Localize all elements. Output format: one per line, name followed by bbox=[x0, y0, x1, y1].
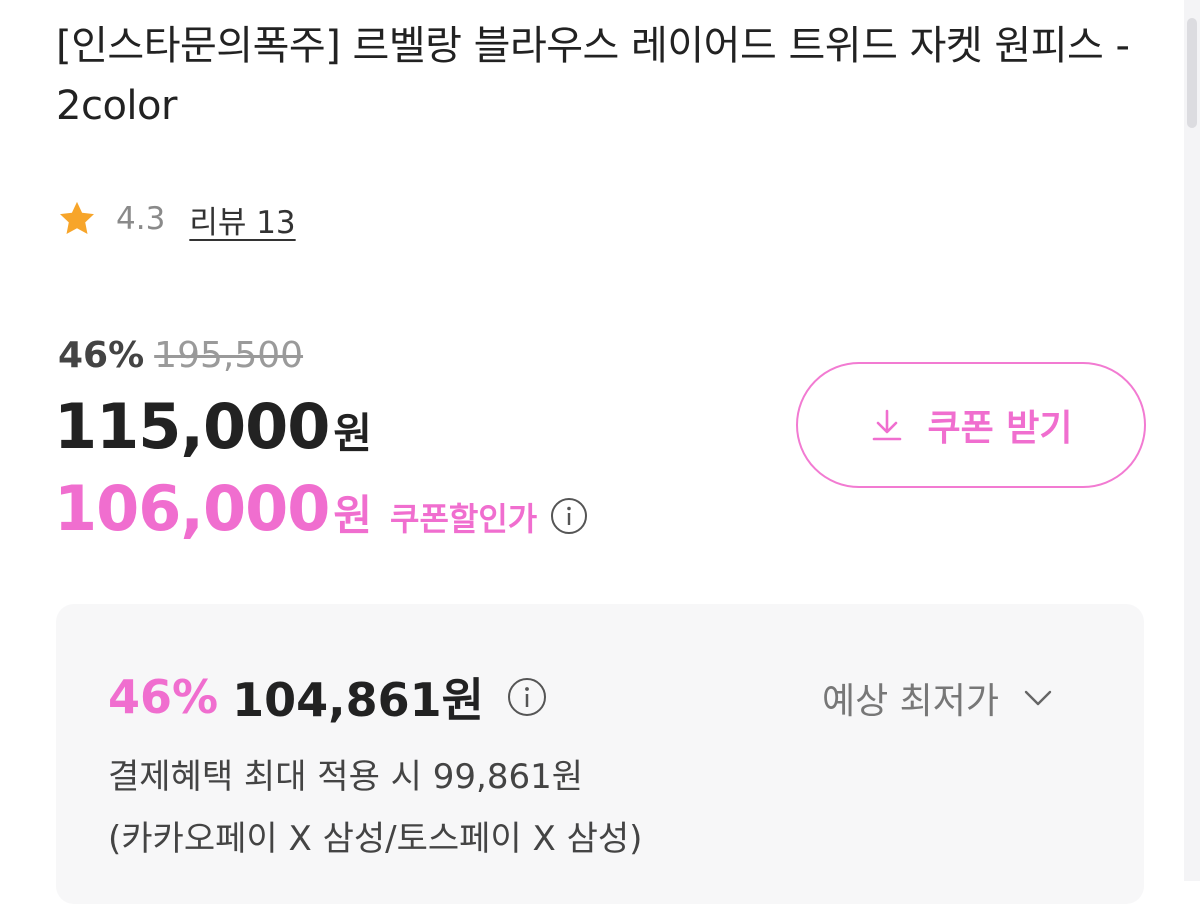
rating-value: 4.3 bbox=[116, 201, 166, 237]
star-icon bbox=[60, 201, 94, 235]
coupon-price: 106,000 bbox=[54, 472, 330, 545]
get-coupon-label: 쿠폰 받기 bbox=[927, 408, 1073, 449]
benefit-discount-rate: 46% bbox=[108, 670, 219, 724]
review-count-link[interactable]: 리뷰 13 bbox=[189, 197, 295, 242]
sale-price-unit: 원 bbox=[333, 409, 373, 458]
discount-row: 46% 195,500 bbox=[58, 330, 303, 380]
download-icon bbox=[873, 409, 902, 441]
discount-rate: 46% bbox=[58, 334, 145, 376]
benefit-price-row: 46% 104,861원 bbox=[108, 666, 548, 728]
lowest-price-toggle[interactable]: 예상 최저가 bbox=[822, 670, 1055, 726]
product-title: [인스타문의폭주] 르벨랑 블라우스 레이어드 트위드 자켓 원피스 - 2co… bbox=[56, 23, 1130, 129]
original-price: 195,500 bbox=[154, 334, 304, 376]
get-coupon-button[interactable]: 쿠폰 받기 bbox=[796, 362, 1146, 488]
benefit-price: 104,861원 bbox=[232, 673, 484, 727]
coupon-price-label: 쿠폰할인가 bbox=[390, 500, 538, 538]
payment-benefit-text: 결제혜택 최대 적용 시 99,861원 bbox=[108, 757, 583, 797]
coupon-price-row: 106,000 원 쿠폰할인가 bbox=[54, 472, 589, 550]
rating-row: 4.3 리뷰 13 bbox=[56, 196, 296, 242]
info-icon[interactable] bbox=[506, 676, 548, 718]
sale-price: 115,000 bbox=[54, 390, 330, 463]
chevron-down-icon bbox=[1024, 690, 1052, 706]
benefit-box: 46% 104,861원 예상 최저가 결제혜택 최대 적용 시 99,861원… bbox=[56, 604, 1144, 904]
scrollbar-thumb[interactable] bbox=[1187, 18, 1197, 128]
info-icon[interactable] bbox=[549, 496, 589, 536]
lowest-price-label: 예상 최저가 bbox=[822, 681, 1000, 722]
coupon-price-unit: 원 bbox=[333, 491, 373, 540]
sale-price-row: 115,000 원 bbox=[54, 390, 372, 468]
scrollbar-track[interactable] bbox=[1184, 0, 1200, 881]
payment-method-text: (카카오페이 X 삼성/토스페이 X 삼성) bbox=[108, 819, 643, 859]
